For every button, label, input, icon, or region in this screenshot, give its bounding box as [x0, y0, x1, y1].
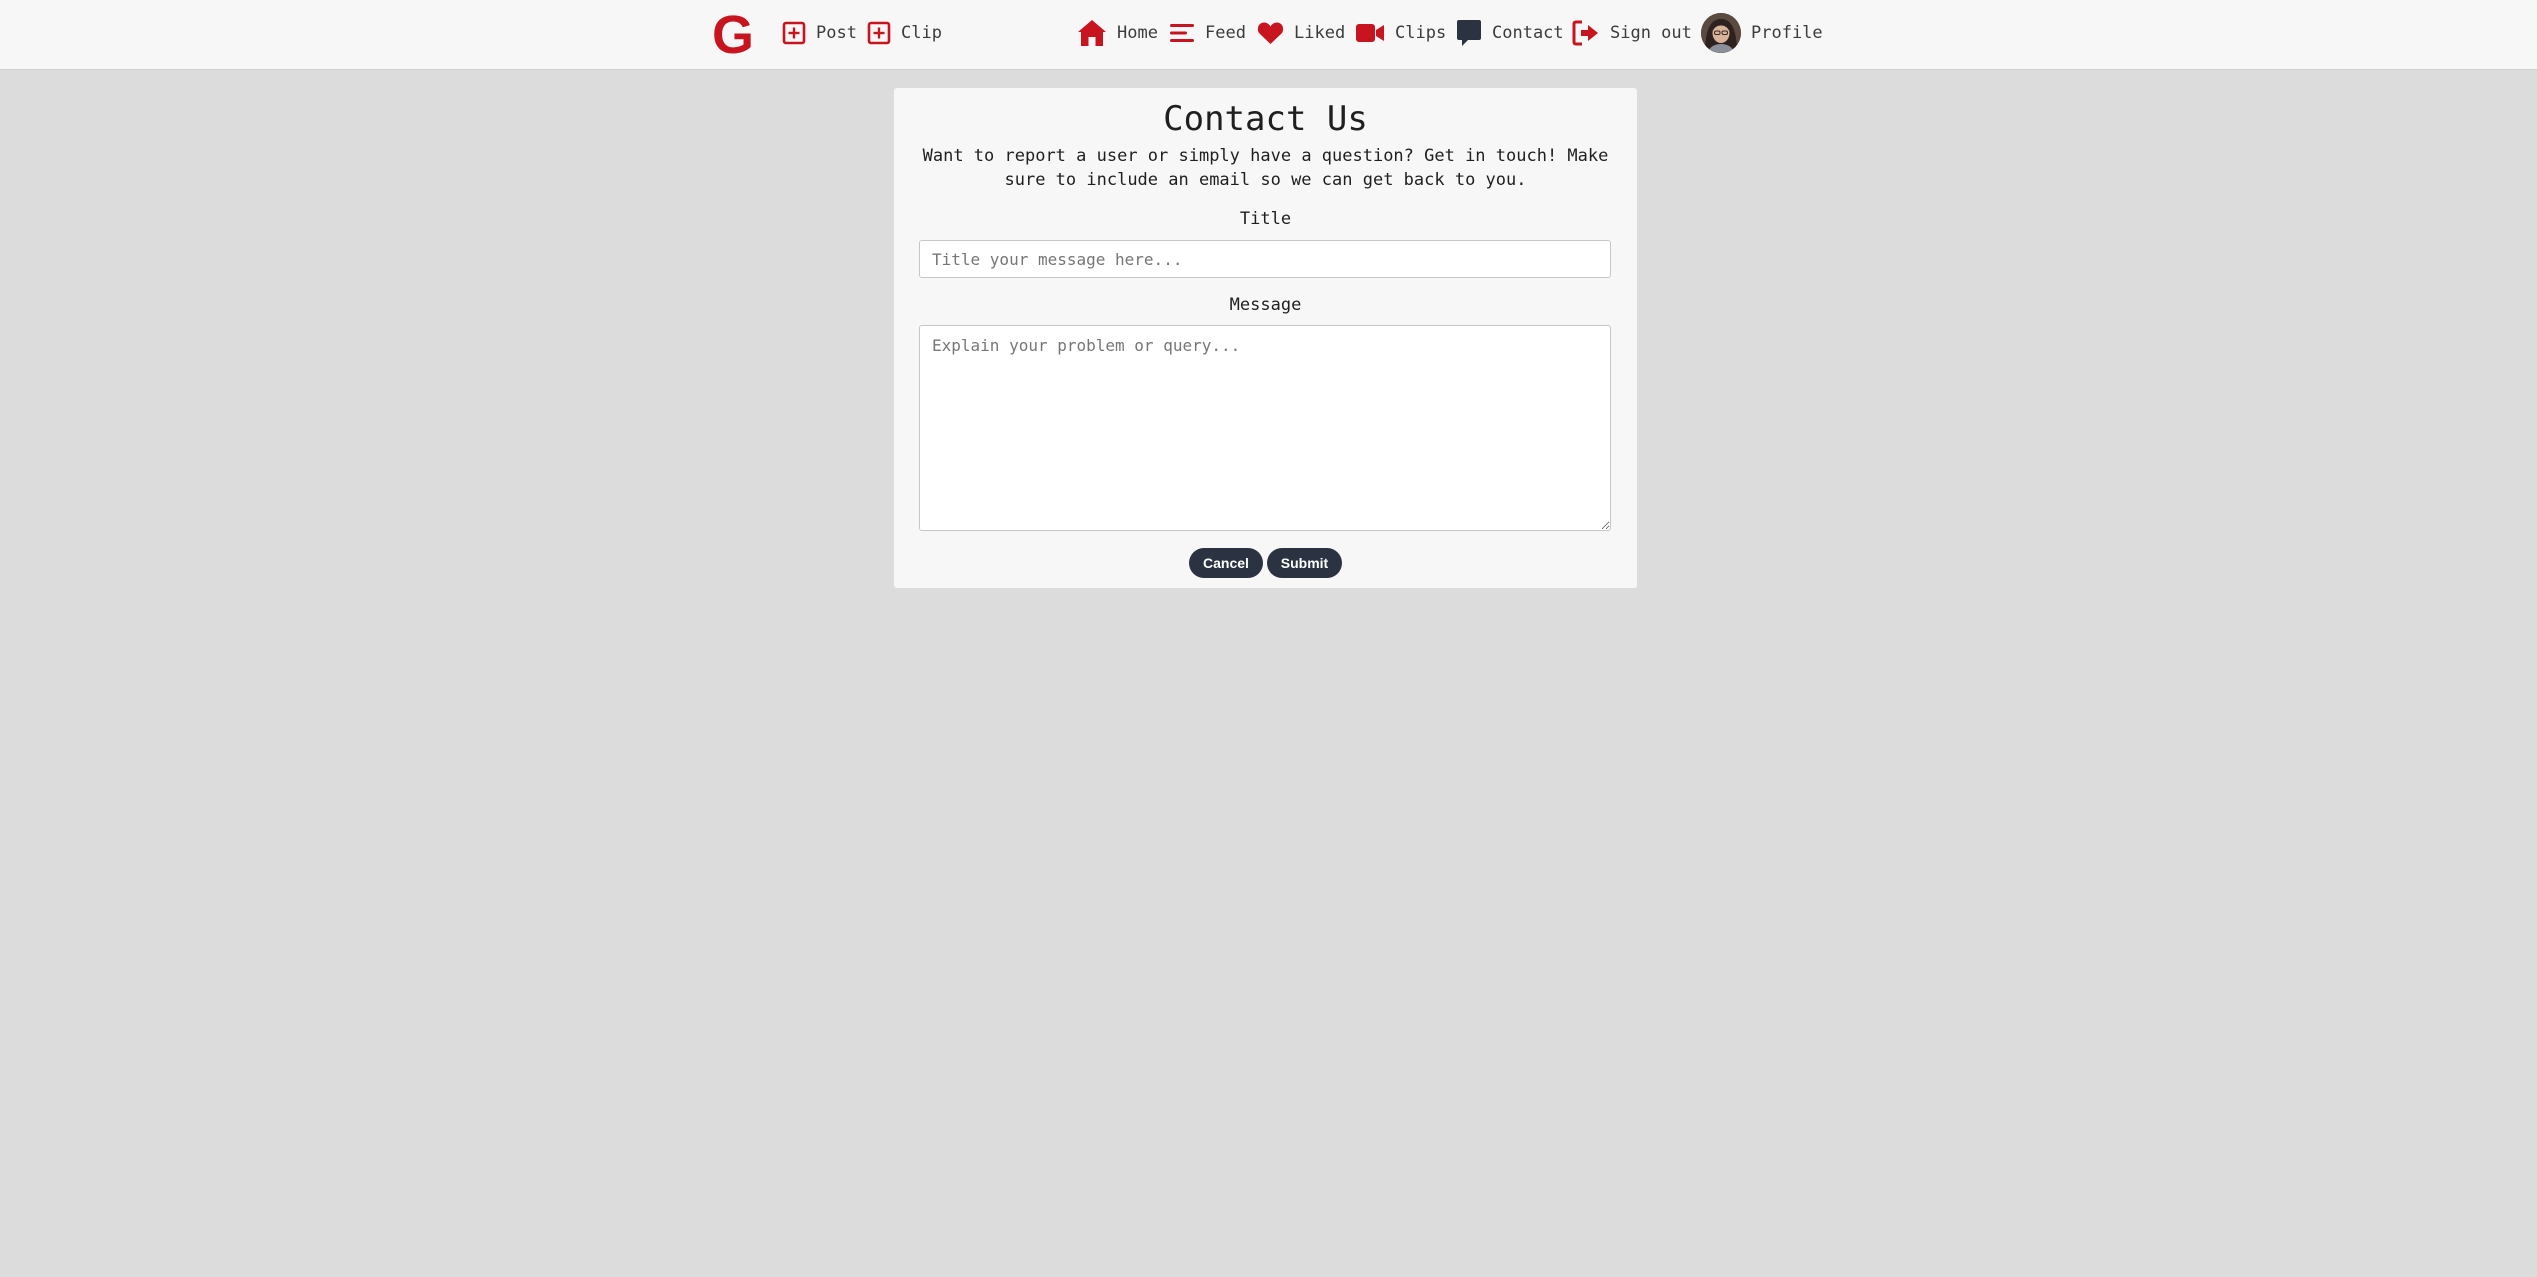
- nav-clip-label: Clip: [901, 23, 942, 43]
- sign-out-icon: [1572, 20, 1600, 46]
- heart-icon: [1257, 21, 1284, 45]
- cancel-button[interactable]: Cancel: [1189, 548, 1263, 578]
- nav-sign-out[interactable]: Sign out: [1572, 17, 1692, 49]
- title-input[interactable]: [919, 240, 1611, 278]
- nav-clips[interactable]: Clips: [1355, 17, 1446, 49]
- nav-contact[interactable]: Contact: [1456, 17, 1564, 49]
- submit-button[interactable]: Submit: [1267, 548, 1342, 578]
- contact-card: Contact Us Want to report a user or simp…: [894, 88, 1637, 588]
- menu-lines-icon: [1169, 21, 1195, 45]
- nav-profile[interactable]: Profile: [1701, 13, 1823, 53]
- nav-post[interactable]: Post: [782, 17, 857, 49]
- nav-liked[interactable]: Liked: [1257, 17, 1345, 49]
- nav-clip[interactable]: Clip: [867, 17, 942, 49]
- page-title: Contact Us: [1163, 99, 1368, 139]
- message-label: Message: [1229, 295, 1302, 315]
- message-icon: [1456, 19, 1482, 47]
- nav-home[interactable]: Home: [1077, 17, 1158, 49]
- nav-post-label: Post: [816, 23, 857, 43]
- nav-home-label: Home: [1117, 23, 1158, 43]
- message-textarea[interactable]: [919, 325, 1611, 531]
- plus-square-icon: [782, 21, 806, 45]
- site-logo[interactable]: G: [712, 6, 754, 64]
- avatar: [1701, 13, 1741, 53]
- nav-liked-label: Liked: [1294, 23, 1346, 43]
- plus-square-icon: [867, 21, 891, 45]
- nav-feed-label: Feed: [1205, 23, 1246, 43]
- contact-description: Want to report a user or simply have a q…: [922, 146, 1609, 190]
- home-icon: [1077, 19, 1107, 47]
- nav-feed[interactable]: Feed: [1169, 17, 1246, 49]
- nav-sign-out-label: Sign out: [1610, 23, 1692, 43]
- nav-profile-label: Profile: [1751, 23, 1823, 43]
- title-label: Title: [1239, 209, 1292, 229]
- video-camera-icon: [1355, 22, 1385, 44]
- nav-contact-label: Contact: [1492, 23, 1564, 43]
- nav-clips-label: Clips: [1395, 23, 1447, 43]
- top-navbar: G Post Clip Home Feed Liked Clips Contac…: [0, 0, 2537, 70]
